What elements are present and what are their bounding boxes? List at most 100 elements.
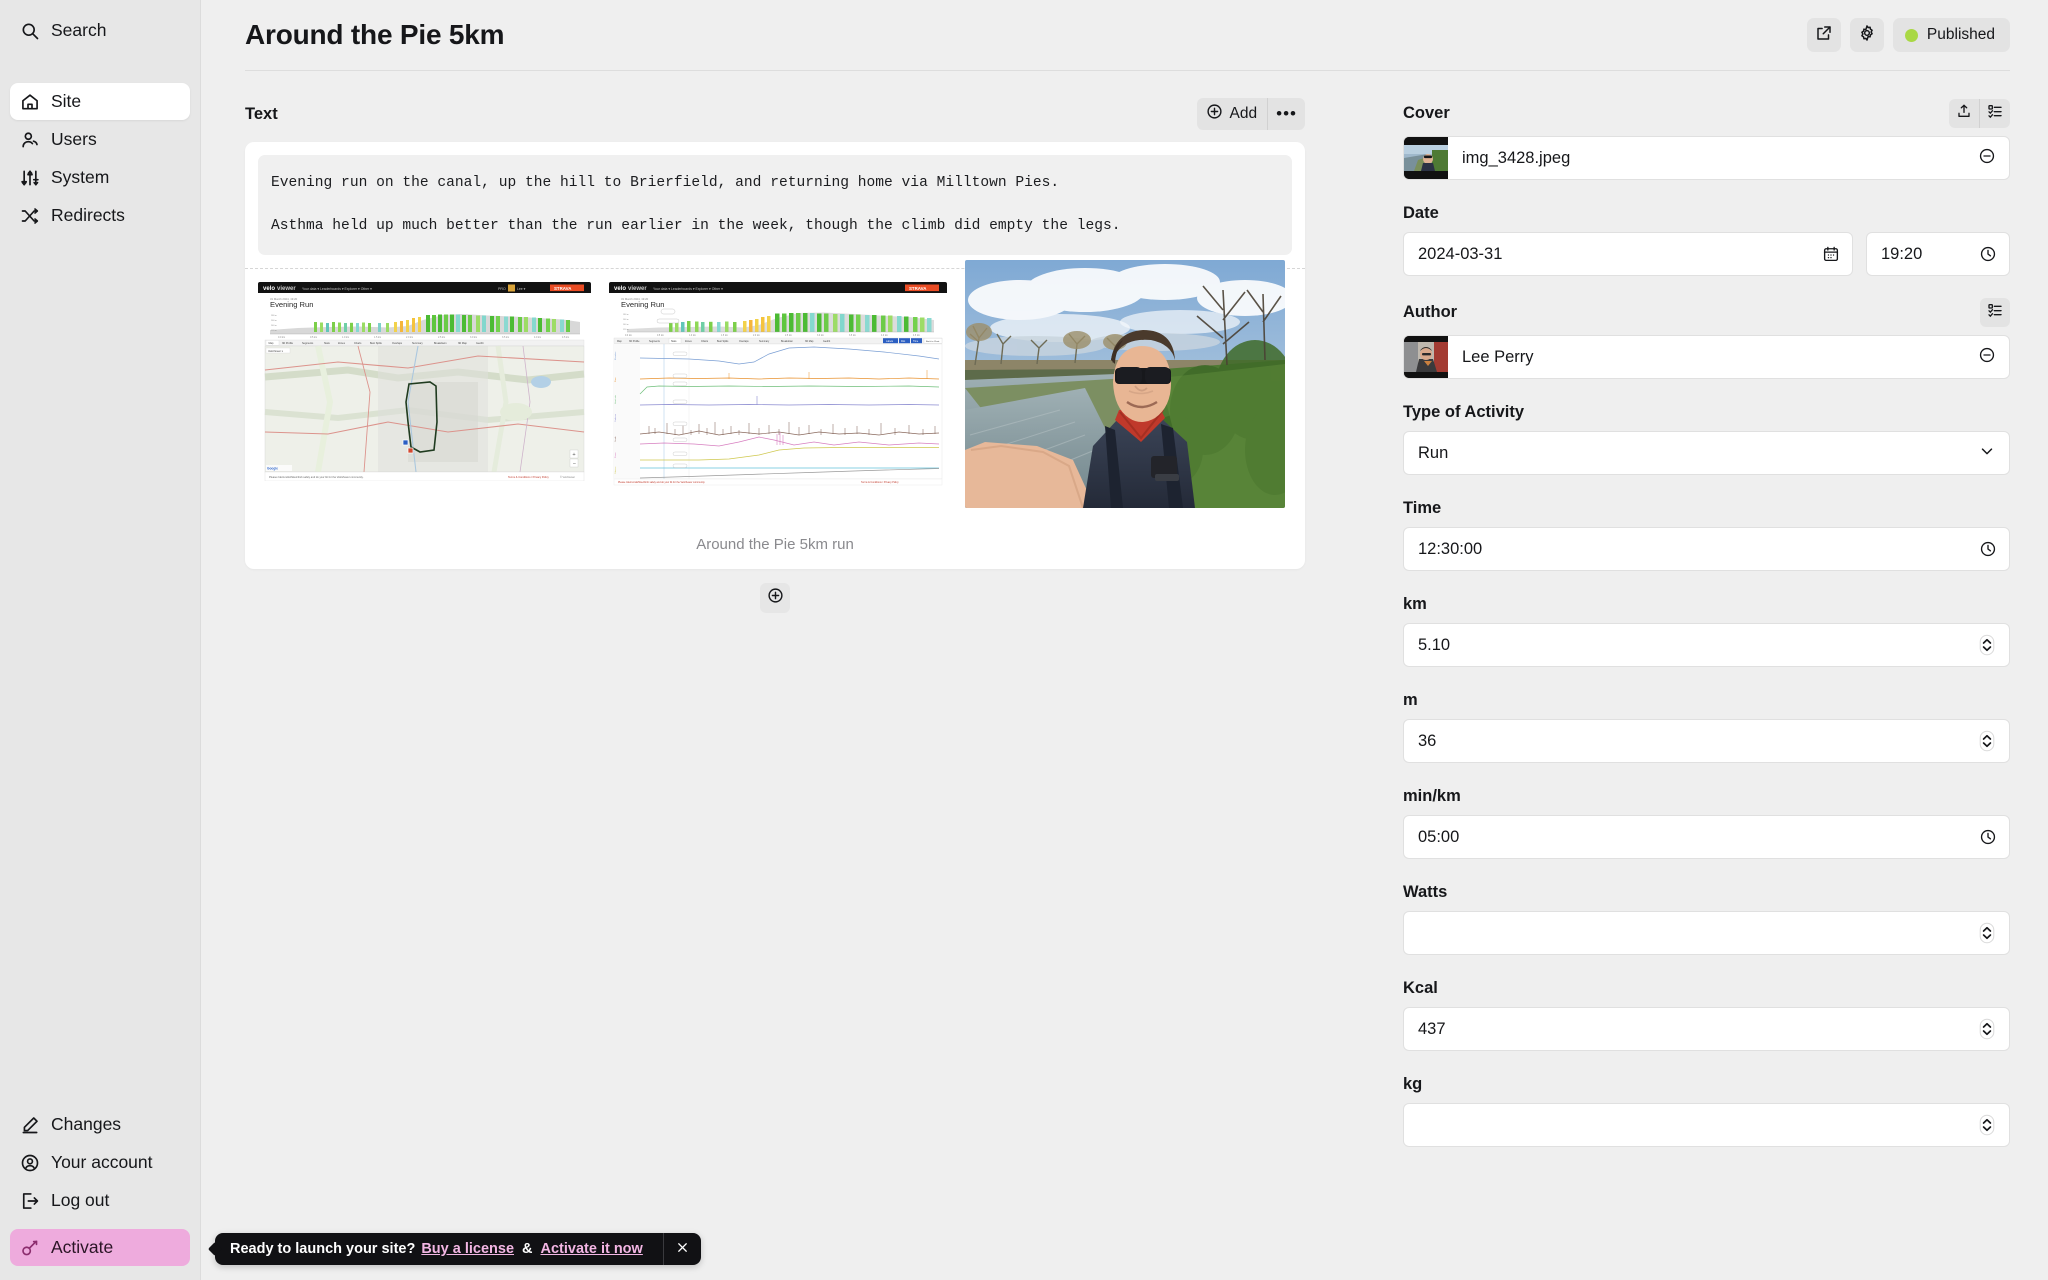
- clock-icon[interactable]: [1979, 828, 1997, 846]
- svg-text:2.5 km: 2.5 km: [785, 335, 792, 337]
- external-link-icon: [1815, 24, 1833, 47]
- close-icon: [675, 1240, 690, 1259]
- content-columns: Text Add ••• Evening run on the canal, u…: [201, 71, 2048, 1169]
- close-banner-button[interactable]: [662, 1233, 701, 1265]
- date-input[interactable]: 2024-03-31: [1403, 232, 1853, 276]
- svg-text:160 m: 160 m: [623, 319, 629, 321]
- text-paragraph: Evening run on the canal, up the hill to…: [271, 175, 1060, 191]
- plus-circle-icon: [767, 587, 784, 609]
- svg-text:Dist: Dist: [901, 340, 905, 343]
- svg-text:4.5 km: 4.5 km: [913, 335, 920, 337]
- field-label: Kcal: [1403, 978, 1438, 997]
- field-date: Date 2024-03-31 19:20: [1403, 202, 2010, 276]
- add-button[interactable]: Add: [1197, 98, 1269, 130]
- svg-text:Overlaps: Overlaps: [739, 340, 749, 343]
- svg-text:Google: Google: [267, 467, 278, 471]
- m-input[interactable]: 36: [1403, 719, 2010, 763]
- m-stepper[interactable]: [1979, 730, 1997, 752]
- gallery-image-map[interactable]: velo viewer Your data ▾ Leaderboards ▾ E…: [258, 282, 591, 487]
- pace-input[interactable]: 05:00: [1403, 815, 2010, 859]
- buy-license-link[interactable]: Buy a license: [421, 1241, 514, 1257]
- gallery-image-charts[interactable]: velo viewer Your data ▾ Leaderboards ▾ E…: [609, 282, 947, 487]
- kg-input[interactable]: [1403, 1103, 2010, 1147]
- svg-text:Stats: Stats: [671, 340, 677, 343]
- clock-icon[interactable]: [1979, 540, 1997, 558]
- svg-text:Zones: Zones: [338, 342, 346, 345]
- sidebar-item-your-account[interactable]: Your account: [10, 1144, 190, 1181]
- km-input[interactable]: 5.10: [1403, 623, 2010, 667]
- ellipsis-icon: •••: [1276, 104, 1297, 123]
- section-more-button[interactable]: •••: [1268, 98, 1305, 130]
- field-m: m 36: [1403, 689, 2010, 763]
- users-icon: [20, 130, 40, 150]
- svg-text:4.0 km: 4.0 km: [534, 336, 541, 339]
- upload-icon: [1956, 103, 1972, 124]
- svg-text:3.0 km: 3.0 km: [817, 335, 824, 337]
- upload-button[interactable]: [1949, 99, 1979, 128]
- svg-text:velo: velo: [263, 286, 275, 292]
- svg-text:3.0 km: 3.0 km: [470, 336, 477, 339]
- preview-button[interactable]: [1806, 18, 1841, 52]
- main-area: Around the Pie 5km Published Text Add ••…: [201, 0, 2048, 1280]
- sidebar-search[interactable]: Search: [10, 12, 190, 49]
- topbar: Around the Pie 5km Published: [201, 0, 2048, 70]
- sidebar-item-redirects[interactable]: Redirects: [10, 197, 190, 234]
- svg-text:0.5 km: 0.5 km: [310, 336, 317, 339]
- gallery-block[interactable]: velo viewer Your data ▾ Leaderboards ▾ E…: [258, 260, 1292, 569]
- gallery-image-selfie[interactable]: [965, 260, 1285, 508]
- stepper-icon: [1979, 922, 1995, 944]
- time-of-day-input[interactable]: 19:20: [1866, 232, 2010, 276]
- watts-stepper[interactable]: [1979, 922, 1997, 944]
- svg-text:Your data ▾ Leaderboards ▾ E: Your data ▾ Leaderboards ▾ Explorer ▾ Ot…: [302, 287, 372, 291]
- license-banner-message: Ready to launch your site?: [230, 1241, 416, 1257]
- cover-media-row[interactable]: img_3428.jpeg: [1403, 136, 2010, 180]
- clock-icon[interactable]: [1979, 245, 1997, 263]
- select-author-button[interactable]: [1980, 298, 2010, 327]
- kcal-input[interactable]: 437: [1403, 1007, 2010, 1051]
- svg-text:VeloViewer ▾: VeloViewer ▾: [268, 349, 284, 353]
- svg-text:1.5 km: 1.5 km: [721, 335, 728, 337]
- section-title: Text: [245, 104, 278, 123]
- remove-author-button[interactable]: [1978, 346, 2009, 369]
- svg-text:Your data ▾ Leaderboards ▾ E: Your data ▾ Leaderboards ▾ Explorer ▾ Ot…: [653, 287, 723, 291]
- add-block-button[interactable]: [760, 583, 790, 613]
- sidebar-item-site[interactable]: Site: [10, 83, 190, 120]
- select-cover-button[interactable]: [1979, 99, 2010, 128]
- activate-now-link[interactable]: Activate it now: [541, 1241, 643, 1257]
- sidebar-item-activate[interactable]: Activate: [10, 1229, 190, 1266]
- field-kg: kg: [1403, 1073, 2010, 1147]
- calendar-icon[interactable]: [1822, 245, 1840, 263]
- user-circle-icon: [20, 1153, 40, 1173]
- svg-text:viewer: viewer: [277, 286, 296, 292]
- license-banner-wrap: Ready to launch your site? Buy a license…: [215, 1233, 701, 1265]
- svg-text:Heart rate: Heart rate: [614, 394, 617, 404]
- author-row[interactable]: Lee Perry: [1403, 335, 2010, 379]
- kg-stepper[interactable]: [1979, 1114, 1997, 1136]
- status-label: Published: [1926, 26, 1995, 43]
- field-activity-type: Type of Activity Run: [1403, 401, 2010, 475]
- field-label: min/km: [1403, 786, 1461, 805]
- remove-cover-button[interactable]: [1978, 147, 2009, 170]
- settings-button[interactable]: [1849, 18, 1884, 52]
- kcal-value: 437: [1418, 1019, 1446, 1038]
- sidebar-item-users[interactable]: Users: [10, 121, 190, 158]
- field-watts: Watts: [1403, 881, 2010, 955]
- time-input[interactable]: 12:30:00: [1403, 527, 2010, 571]
- veloviewer-map-graphic: velo viewer Your data ▾ Leaderboards ▾ E…: [258, 282, 591, 487]
- status-badge[interactable]: Published: [1892, 18, 2010, 52]
- kcal-stepper[interactable]: [1979, 1018, 1997, 1040]
- km-stepper[interactable]: [1979, 634, 1997, 656]
- plus-circle-icon: [1206, 103, 1223, 125]
- watts-input[interactable]: [1403, 911, 2010, 955]
- field-km: km 5.10: [1403, 593, 2010, 667]
- sidebar-item-label: Changes: [51, 1114, 122, 1134]
- text-block[interactable]: Evening run on the canal, up the hill to…: [258, 155, 1292, 255]
- sidebar-item-log-out[interactable]: Log out: [10, 1182, 190, 1219]
- field-head-time: Time: [1403, 497, 2010, 519]
- svg-text:1.5 km: 1.5 km: [374, 336, 381, 339]
- activity-type-select[interactable]: Run: [1403, 431, 2010, 475]
- sidebar-item-changes[interactable]: Changes: [10, 1106, 190, 1143]
- sidebar-item-system[interactable]: System: [10, 159, 190, 196]
- svg-text:Zones: Zones: [685, 340, 692, 343]
- svg-text:1.0 km: 1.0 km: [342, 336, 349, 339]
